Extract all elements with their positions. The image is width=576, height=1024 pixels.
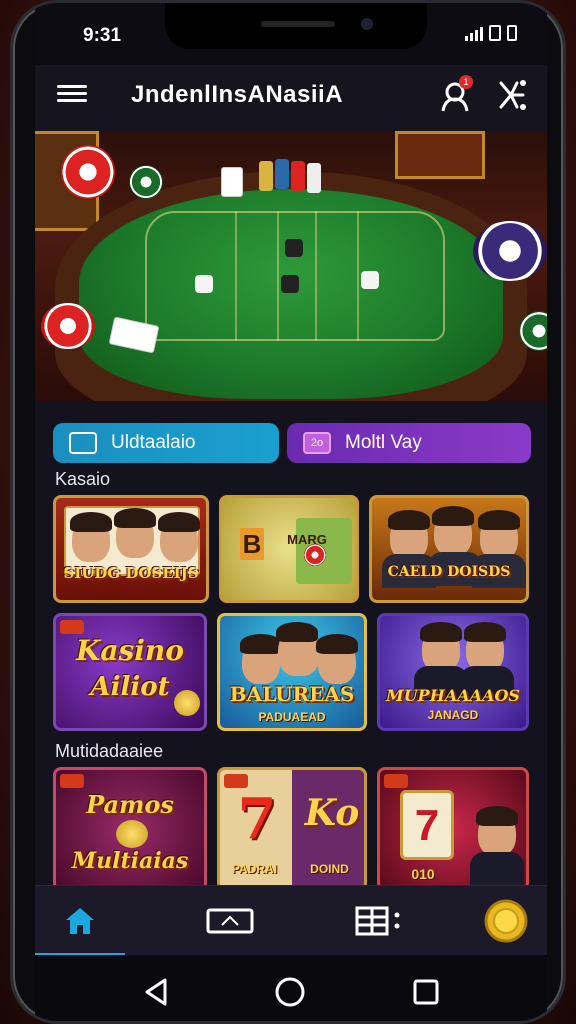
poker-chip-icon: [129, 165, 163, 199]
camera-notch: [165, 3, 427, 49]
game-tile[interactable]: MUPHAAAAOS JANAGD: [377, 613, 529, 731]
gold-coin-icon: [174, 690, 200, 716]
app-title: JndenlInsANasiiA: [131, 81, 344, 108]
home-icon: [66, 908, 94, 934]
dice-icon: [285, 239, 303, 257]
section-title-multiplayer: Mutidadaaiee: [55, 741, 164, 761]
tab-mobile-play[interactable]: 2o Moltl Vay: [287, 423, 531, 463]
battery-icon: [507, 25, 517, 41]
tab-casino[interactable]: Uldtaalaio: [53, 423, 279, 463]
game-tile[interactable]: BALUREAS PADUAEAD: [217, 613, 367, 731]
character-avatar: [432, 506, 474, 556]
nav-menu[interactable]: [335, 886, 425, 956]
game-title: 7: [237, 786, 277, 852]
dice-icon: [361, 271, 379, 289]
game-tile[interactable]: CAELD DOISDS: [369, 495, 529, 603]
ticket-icon: [206, 908, 254, 934]
game-tile[interactable]: SIUDG DOSEIJS: [53, 495, 209, 603]
casino-icon: [69, 432, 97, 454]
table-column: [235, 211, 279, 341]
character-avatar: [476, 806, 518, 856]
recents-icon[interactable]: [411, 977, 441, 1007]
bottom-navigation: [35, 885, 547, 956]
sim-icon: [489, 25, 501, 41]
game-subtitle: MARG: [287, 532, 327, 547]
speaker-grille: [261, 21, 335, 27]
table-column: [315, 211, 359, 341]
character-avatar: [114, 508, 156, 558]
screen: 9:31 JndenlInsANasiiA 1 Uldtaalaio 2o Mo…: [35, 3, 547, 1021]
system-icons: [465, 25, 517, 41]
app-header: JndenlInsANasiiA 1: [35, 65, 547, 131]
tab-casino-label: Uldtaalaio: [111, 432, 196, 453]
tab-mobile-label: Moltl Vay: [345, 432, 422, 453]
game-subtitle: PADUAEAD: [258, 710, 326, 724]
notification-badge: 1: [459, 75, 473, 89]
system-navigation-bar: [35, 955, 547, 1021]
nav-rewards[interactable]: [465, 886, 547, 956]
game-subtitle: PADRAI: [231, 862, 278, 876]
chip-stack-icon: [307, 163, 321, 193]
poker-chip-icon: [61, 145, 115, 199]
game-title: Pamos: [86, 790, 174, 819]
grid-menu-icon: [355, 906, 400, 936]
back-icon[interactable]: [141, 977, 171, 1007]
status-time: 9:31: [83, 25, 122, 46]
dice-icon: [195, 275, 213, 293]
share-icon[interactable]: [497, 79, 527, 111]
new-badge: [60, 620, 84, 634]
game-tile[interactable]: B MARG: [219, 495, 359, 603]
mobile-icon: 2o: [303, 432, 331, 454]
new-badge: [60, 774, 84, 788]
game-subtitle: 010: [411, 866, 435, 882]
hamburger-menu-icon[interactable]: [57, 81, 87, 107]
character-avatar: [276, 622, 320, 676]
game-title: BALUREAS: [229, 682, 355, 706]
playing-card-icon: [221, 167, 243, 197]
smiley-icon: [116, 820, 148, 848]
new-badge: [384, 774, 408, 788]
front-camera-icon: [361, 18, 373, 30]
section-title-casino: Kasaio: [55, 469, 111, 489]
game-subtitle: JANAGD: [427, 708, 479, 722]
poker-chip-icon: [41, 303, 95, 349]
game-tile[interactable]: Kasino Ailiot: [53, 613, 207, 731]
category-tabs: Uldtaalaio 2o Moltl Vay: [53, 423, 531, 465]
game-tile[interactable]: 7 010: [377, 767, 529, 891]
game-subtitle: Multiaias: [71, 848, 189, 874]
character-avatar: [316, 634, 358, 684]
chip-stack-icon: [291, 161, 305, 191]
hero-banner[interactable]: [35, 131, 547, 401]
coin-icon: [484, 899, 528, 943]
game-tile[interactable]: 7 Ko PADRAI DOIND: [217, 767, 367, 891]
game-tile[interactable]: Pamos Multiaias: [53, 767, 207, 891]
character-avatar: [70, 512, 112, 562]
nav-tickets[interactable]: [185, 886, 275, 956]
character-avatar: [240, 634, 282, 684]
game-title: SIUDG DOSEIJS: [63, 564, 199, 582]
poker-chip-icon: [473, 221, 547, 281]
signal-icon: [465, 27, 483, 41]
nav-home[interactable]: [35, 886, 125, 956]
user-profile-icon[interactable]: 1: [439, 75, 473, 113]
game-title: MUPHAAAAOS: [386, 686, 520, 705]
chip-stack-icon: [275, 159, 289, 189]
phone-frame: 9:31 JndenlInsANasiiA 1 Uldtaalaio 2o Mo…: [10, 0, 566, 1024]
game-title: CAELD DOISDS: [387, 564, 511, 580]
game-title: 7: [400, 790, 454, 860]
game-title: B: [240, 528, 264, 560]
chip-stack-icon: [259, 161, 273, 191]
game-title-2: Ko: [304, 792, 360, 834]
game-subtitle-2: DOIND: [310, 862, 349, 876]
status-bar: 9:31: [35, 3, 547, 65]
game-title: Kasino: [76, 634, 184, 667]
character-body: [470, 852, 524, 886]
dice-icon: [281, 275, 299, 293]
poker-chip-icon: [304, 544, 326, 566]
slot-machine-image: [395, 131, 485, 179]
home-circle-icon[interactable]: [273, 975, 307, 1009]
character-avatar: [158, 512, 200, 562]
